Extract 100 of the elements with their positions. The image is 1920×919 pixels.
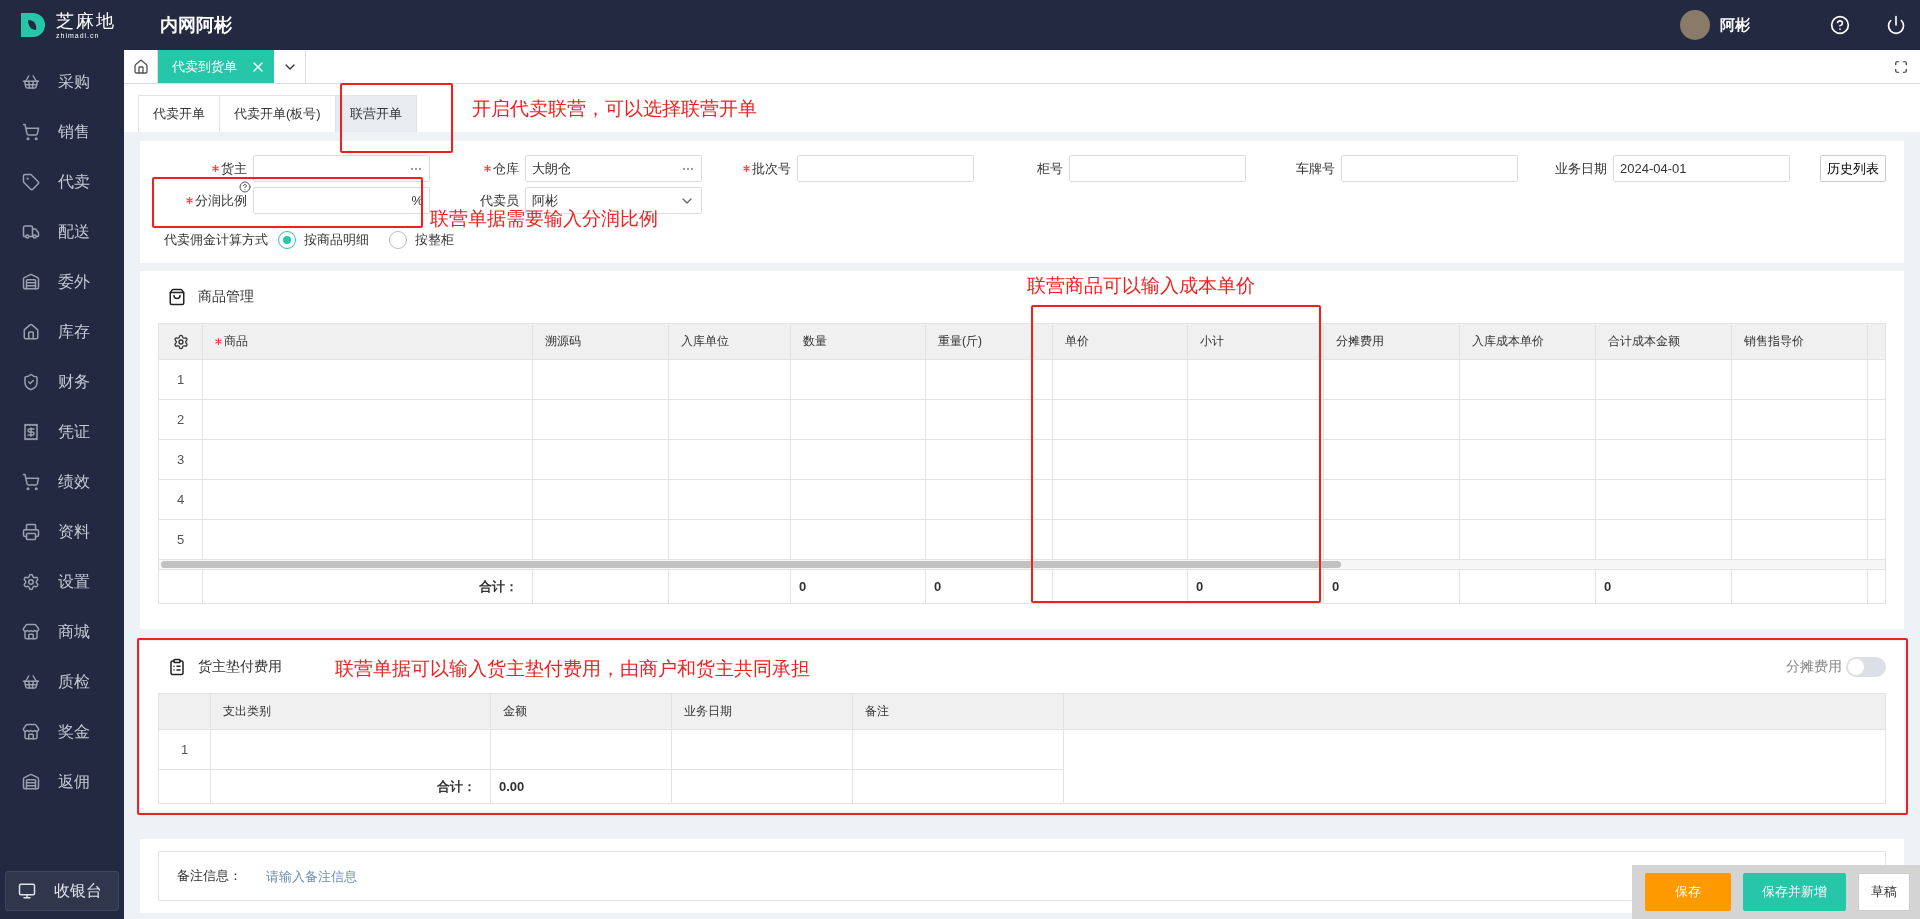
basket-icon[interactable]	[22, 673, 40, 691]
input-field[interactable]	[253, 155, 430, 182]
table-cell[interactable]	[791, 480, 926, 520]
basket-icon[interactable]	[22, 73, 40, 91]
table-cell[interactable]	[1324, 360, 1460, 400]
cart-icon[interactable]	[22, 123, 40, 141]
sidebar-item[interactable]: 绩效	[58, 471, 90, 493]
table-cell[interactable]	[1053, 440, 1188, 480]
table-cell[interactable]	[1868, 480, 1886, 520]
table-cell[interactable]	[1596, 440, 1732, 480]
scroll-thumb[interactable]	[161, 561, 1341, 568]
shield-icon[interactable]	[22, 373, 40, 391]
table-cell[interactable]	[791, 440, 926, 480]
radio-label[interactable]: 按整柜	[415, 231, 454, 249]
order-tab[interactable]: 联营开单	[334, 95, 417, 132]
truck-icon[interactable]	[22, 223, 40, 241]
table-cell[interactable]	[1596, 360, 1732, 400]
table-cell[interactable]	[1596, 400, 1732, 440]
table-cell[interactable]	[1188, 440, 1324, 480]
sidebar-item[interactable]: 代卖	[58, 171, 90, 193]
table-cell[interactable]	[1732, 360, 1868, 400]
input-field[interactable]	[797, 155, 974, 182]
tag-icon[interactable]	[22, 173, 40, 191]
table-cell[interactable]	[203, 480, 533, 520]
table-cell[interactable]	[1053, 400, 1188, 440]
sidebar-item[interactable]: 销售	[58, 121, 90, 143]
sidebar-item[interactable]: 委外	[58, 271, 90, 293]
user-name[interactable]: 阿彬	[1720, 15, 1750, 35]
table-cell[interactable]	[669, 360, 791, 400]
sidebar-item[interactable]: 财务	[58, 371, 90, 393]
input-field[interactable]	[1341, 155, 1518, 182]
home-icon[interactable]	[132, 58, 149, 75]
sidebar-item[interactable]: 配送	[58, 221, 90, 243]
table-cell[interactable]	[533, 440, 669, 480]
table-cell[interactable]	[926, 480, 1053, 520]
receipt-icon[interactable]	[22, 423, 40, 441]
monitor-icon[interactable]	[18, 882, 36, 900]
sidebar-item[interactable]: 设置	[58, 571, 90, 593]
table-cell[interactable]	[1868, 360, 1886, 400]
table-cell[interactable]	[1732, 400, 1868, 440]
sidebar-item[interactable]: 库存	[58, 321, 90, 343]
table-cell[interactable]	[669, 440, 791, 480]
sidebar-item[interactable]: 凭证	[58, 421, 90, 443]
store-icon[interactable]	[22, 623, 40, 641]
input-field[interactable]	[1069, 155, 1246, 182]
cashier-button[interactable]: 收银台	[5, 871, 119, 911]
table-cell[interactable]	[1324, 400, 1460, 440]
table-cell[interactable]	[669, 480, 791, 520]
table-cell[interactable]	[1053, 360, 1188, 400]
action-button[interactable]: 草稿	[1858, 873, 1910, 911]
fullscreen-icon[interactable]	[1894, 59, 1908, 74]
warehouse-icon[interactable]	[22, 773, 40, 791]
toggle-switch[interactable]	[1846, 657, 1886, 677]
sidebar-item[interactable]: 返佣	[58, 771, 90, 793]
table-cell[interactable]	[672, 730, 853, 770]
history-button[interactable]: 历史列表	[1820, 155, 1886, 182]
sidebar-item[interactable]: 奖金	[58, 721, 90, 743]
sidebar-item[interactable]: 资料	[58, 521, 90, 543]
table-cell[interactable]	[1732, 480, 1868, 520]
table-cell[interactable]	[491, 730, 672, 770]
cart-icon[interactable]	[22, 473, 40, 491]
printer-icon[interactable]	[22, 523, 40, 541]
table-cell[interactable]	[1188, 360, 1324, 400]
table-cell[interactable]	[1324, 480, 1460, 520]
table-cell[interactable]	[533, 360, 669, 400]
avatar[interactable]	[1680, 10, 1710, 40]
table-cell[interactable]	[926, 400, 1053, 440]
table-cell[interactable]	[1868, 440, 1886, 480]
table-cell[interactable]	[1053, 480, 1188, 520]
table-cell[interactable]	[1460, 400, 1596, 440]
table-cell[interactable]	[533, 480, 669, 520]
table-cell[interactable]	[533, 400, 669, 440]
table-cell[interactable]	[926, 440, 1053, 480]
table-cell[interactable]	[926, 360, 1053, 400]
table-cell[interactable]	[203, 440, 533, 480]
table-cell[interactable]	[203, 400, 533, 440]
settings-icon[interactable]	[172, 333, 189, 350]
table-cell[interactable]	[1324, 440, 1460, 480]
house-icon[interactable]	[22, 323, 40, 341]
sidebar-item[interactable]: 采购	[58, 71, 90, 93]
table-cell[interactable]	[1188, 480, 1324, 520]
warehouse-icon[interactable]	[22, 273, 40, 291]
table-cell[interactable]	[1460, 360, 1596, 400]
table-cell[interactable]	[791, 360, 926, 400]
table-cell[interactable]	[1868, 400, 1886, 440]
table-cell[interactable]	[1460, 480, 1596, 520]
table-cell[interactable]	[1732, 440, 1868, 480]
table-cell[interactable]	[1188, 400, 1324, 440]
gear-icon[interactable]	[22, 573, 40, 591]
table-cell[interactable]	[669, 400, 791, 440]
input-field[interactable]: 大朗仓	[525, 155, 702, 182]
radio-label[interactable]: 按商品明细	[304, 231, 369, 249]
order-tab[interactable]: 代卖开单	[138, 95, 220, 132]
sidebar-item[interactable]: 商城	[58, 621, 90, 643]
sidebar-item[interactable]: 质检	[58, 671, 90, 693]
table-cell[interactable]	[203, 360, 533, 400]
store-icon[interactable]	[22, 723, 40, 741]
table-cell[interactable]	[1596, 480, 1732, 520]
input-field[interactable]: 2024-04-01	[1613, 155, 1790, 182]
table-cell[interactable]	[211, 730, 491, 770]
